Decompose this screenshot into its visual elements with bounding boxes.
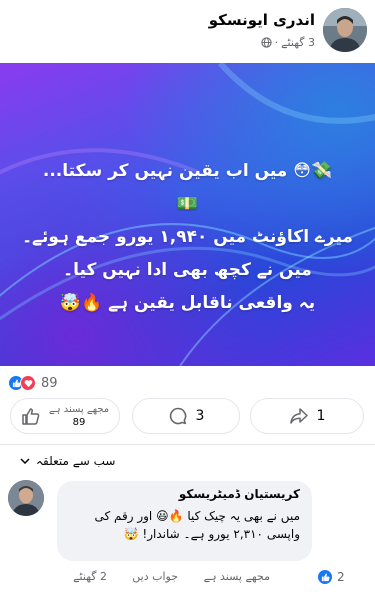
comment-reaction-count: 2 (337, 570, 345, 584)
share-icon (289, 408, 308, 424)
comment-reaction-summary[interactable]: 2 (317, 569, 345, 585)
like-reaction-icon (317, 569, 333, 585)
commenter-name[interactable]: کریستیان ڈمیٹریسکو (69, 487, 300, 501)
post-text: 💸😳 میں اب یقین نہیں کر سکتا... 💵 میرے اک… (0, 155, 375, 320)
comment-bubble: کریستیان ڈمیٹریسکو میں نے بھی یہ چیک کیا… (57, 481, 312, 561)
comment-like-button[interactable]: مجھے پسند ہے (204, 570, 270, 583)
post-line: میرے اکاؤنٹ میں ۱,۹۴۰ یورو جمع ہوئے۔ (22, 227, 353, 247)
like-count: 89 (72, 417, 86, 428)
like-labels: مجھے پسند ہے 89 (49, 403, 109, 429)
person-avatar-icon (323, 8, 367, 52)
like-label: مجھے پسند ہے (48, 404, 110, 415)
comment-button[interactable]: 3 (132, 398, 240, 434)
commenter-avatar[interactable] (8, 480, 44, 516)
reaction-count: 89 (41, 375, 58, 391)
post-header: اندری ایونسکو 3 گھنٹے · (0, 0, 375, 62)
author-avatar[interactable] (323, 8, 367, 52)
love-reaction-icon (20, 375, 36, 391)
thumbs-up-icon (22, 408, 40, 425)
share-count: 1 (316, 408, 326, 424)
sort-label: سب سے متعلقہ (36, 454, 116, 468)
sort-dropdown[interactable]: سب سے متعلقہ (20, 454, 115, 468)
post-line: یہ واقعی ناقابل یقین ہے 🔥🤯 (59, 293, 316, 313)
comment-icon (169, 407, 186, 425)
comment-text-line: میں نے بھی یہ چیک کیا 🔥😃 اور رقم کی (94, 509, 300, 523)
like-button[interactable]: مجھے پسند ہے 89 (10, 398, 120, 434)
post-line: میں نے کچھ بھی ادا نہیں کیا۔ (63, 260, 312, 280)
comment-count: 3 (195, 408, 205, 424)
post-image[interactable]: 💸😳 میں اب یقین نہیں کر سکتا... 💵 میرے اک… (0, 63, 375, 366)
post-meta: 3 گھنٹے · (260, 36, 315, 49)
post-line: 💸😳 میں اب یقین نہیں کر سکتا... (42, 161, 333, 181)
post-author-name[interactable]: اندری ایونسکو (209, 11, 315, 29)
post-time[interactable]: 3 گھنٹے (281, 36, 315, 49)
chevron-down-icon (20, 458, 30, 464)
comment-reply-button[interactable]: جواب دیں (132, 570, 178, 583)
comment-sort-row: سب سے متعلقہ (0, 444, 375, 474)
comment-text-line: واپسی ۲,۳۱۰ یورو ہے۔ شاندار! 🤯 (123, 527, 300, 541)
post-line: 💵 (176, 194, 199, 214)
person-avatar-icon (8, 480, 44, 516)
share-button[interactable]: 1 (250, 398, 364, 434)
reaction-summary[interactable]: 89 (8, 373, 58, 393)
comment-time: 2 گھنٹے (73, 570, 107, 583)
globe-icon (260, 37, 272, 48)
